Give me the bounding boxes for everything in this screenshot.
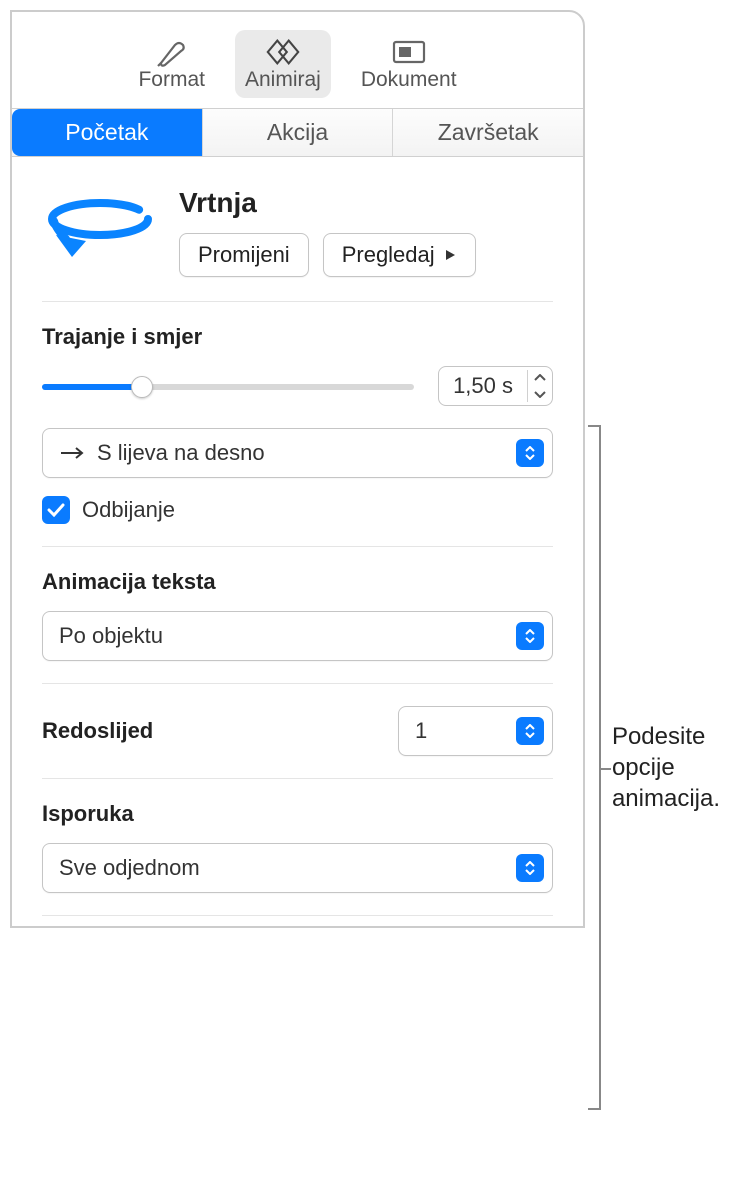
paintbrush-icon bbox=[153, 36, 191, 68]
spin-icon bbox=[42, 187, 157, 277]
effect-info: Vrtnja Promijeni Pregledaj bbox=[179, 187, 553, 277]
order-select[interactable]: 1 bbox=[398, 706, 553, 756]
delivery-value: Sve odjednom bbox=[59, 855, 200, 881]
duration-controls: 1,50 s bbox=[42, 366, 553, 406]
callout-text: Podesite opcije animacija. bbox=[612, 721, 750, 815]
format-label: Format bbox=[138, 68, 205, 92]
text-anim-label: Animacija teksta bbox=[42, 569, 553, 595]
updown-caret-icon bbox=[516, 717, 544, 745]
duration-section: Trajanje i smjer 1,50 s bbox=[42, 302, 553, 547]
toolbar: Format Animiraj Dokument bbox=[12, 12, 583, 108]
inspector-panel: Format Animiraj Dokument Početak Akcija … bbox=[10, 10, 585, 928]
animate-label: Animiraj bbox=[245, 68, 321, 92]
bracket-icon bbox=[588, 425, 596, 1110]
stepper-up-icon[interactable] bbox=[528, 370, 552, 386]
document-tab[interactable]: Dokument bbox=[351, 30, 467, 98]
duration-stepper[interactable]: 1,50 s bbox=[438, 366, 553, 406]
presentation-icon bbox=[390, 36, 428, 68]
updown-caret-icon bbox=[516, 439, 544, 467]
effect-title: Vrtnja bbox=[179, 187, 553, 219]
preview-button[interactable]: Pregledaj bbox=[323, 233, 476, 277]
effect-header: Vrtnja Promijeni Pregledaj bbox=[42, 187, 553, 302]
animate-tab[interactable]: Animiraj bbox=[235, 30, 331, 98]
updown-caret-icon bbox=[516, 854, 544, 882]
updown-caret-icon bbox=[516, 622, 544, 650]
delivery-label: Isporuka bbox=[42, 801, 553, 827]
duration-value: 1,50 s bbox=[439, 367, 527, 405]
order-label: Redoslijed bbox=[42, 718, 153, 744]
callout: Podesite opcije animacija. bbox=[588, 425, 750, 1110]
delivery-section: Isporuka Sve odjednom bbox=[42, 779, 553, 916]
bounce-checkbox[interactable]: Odbijanje bbox=[42, 496, 553, 524]
stepper-down-icon[interactable] bbox=[528, 386, 552, 402]
tab-action[interactable]: Akcija bbox=[203, 109, 394, 156]
order-section: Redoslijed 1 bbox=[42, 684, 553, 779]
content: Vrtnja Promijeni Pregledaj Trajanje i sm… bbox=[12, 157, 583, 926]
direction-select[interactable]: S lijeva na desno bbox=[42, 428, 553, 478]
duration-slider[interactable] bbox=[42, 375, 414, 397]
play-icon bbox=[443, 242, 457, 268]
preview-label: Pregledaj bbox=[342, 242, 435, 268]
arrow-right-icon bbox=[59, 440, 85, 466]
effect-buttons: Promijeni Pregledaj bbox=[179, 233, 553, 277]
tab-start[interactable]: Početak bbox=[12, 109, 203, 156]
change-button[interactable]: Promijeni bbox=[179, 233, 309, 277]
format-tab[interactable]: Format bbox=[128, 30, 215, 98]
text-anim-select[interactable]: Po objektu bbox=[42, 611, 553, 661]
bounce-label: Odbijanje bbox=[82, 497, 175, 523]
tab-end[interactable]: Završetak bbox=[393, 109, 583, 156]
direction-value: S lijeva na desno bbox=[97, 440, 265, 466]
order-value: 1 bbox=[415, 718, 427, 744]
document-label: Dokument bbox=[361, 68, 457, 92]
text-anim-value: Po objektu bbox=[59, 623, 163, 649]
text-anim-section: Animacija teksta Po objektu bbox=[42, 547, 553, 684]
diamonds-icon bbox=[264, 36, 302, 68]
checkbox-checked-icon bbox=[42, 496, 70, 524]
duration-label: Trajanje i smjer bbox=[42, 324, 553, 350]
animation-tabs: Početak Akcija Završetak bbox=[12, 108, 583, 157]
delivery-select[interactable]: Sve odjednom bbox=[42, 843, 553, 893]
